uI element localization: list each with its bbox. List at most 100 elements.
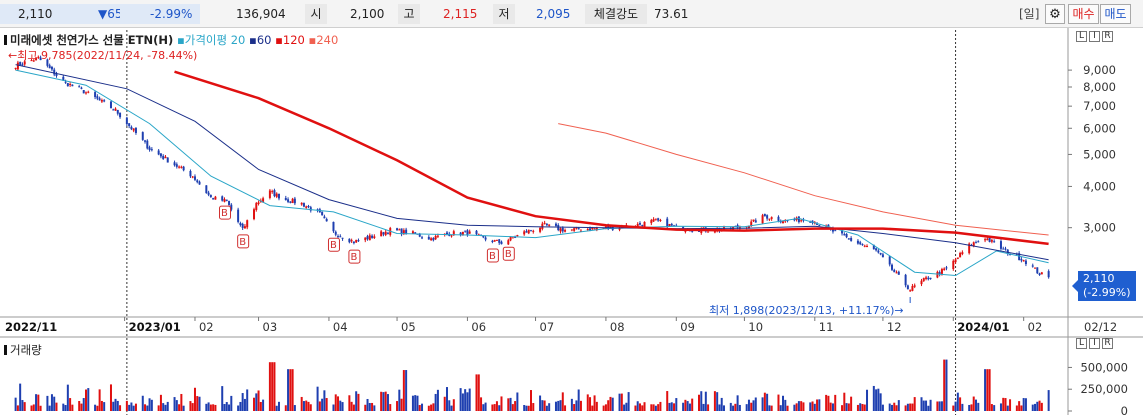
legend-title: 미래에셋 천연가스 선물 ETN(H) — [10, 33, 174, 47]
volume-bar — [768, 405, 771, 411]
volume-bar — [100, 400, 103, 411]
candle — [287, 199, 290, 202]
volume-bar — [859, 403, 862, 411]
legend-ma120: ▪120 — [275, 33, 305, 47]
vol-axis-log-button[interactable]: L — [1076, 338, 1087, 349]
volume-bar — [64, 405, 67, 411]
volume-bar — [607, 400, 610, 411]
volume-bar — [212, 404, 215, 411]
candle — [659, 219, 662, 221]
candle — [291, 198, 294, 203]
vol-axis-right-button[interactable]: R — [1102, 338, 1113, 349]
volume-bar — [920, 397, 923, 411]
candle — [243, 226, 246, 229]
candle — [355, 239, 358, 243]
volume-bar — [32, 404, 35, 411]
candle — [305, 206, 308, 208]
volume-bar — [929, 399, 932, 411]
candle — [577, 228, 580, 230]
volume-bar — [961, 403, 964, 411]
volume-bar — [897, 400, 900, 411]
volume-bar — [116, 400, 119, 411]
volume-bar — [373, 405, 376, 411]
x-tick-label: 06 — [471, 320, 486, 334]
volume-bar — [493, 404, 496, 411]
volume-bar — [287, 369, 290, 411]
candle — [307, 205, 310, 208]
volume-bar — [468, 388, 471, 411]
volume-bar — [237, 405, 240, 411]
volume-bar — [148, 398, 151, 411]
volume-bar — [666, 391, 669, 411]
volume-bar — [364, 404, 367, 411]
candle — [768, 218, 771, 220]
volume-bar — [691, 398, 694, 411]
x-tick-label: 12 — [887, 320, 902, 334]
volume-bar — [416, 395, 419, 411]
candle — [239, 223, 242, 226]
volume-bar — [1006, 405, 1009, 411]
volume-bar — [157, 405, 160, 411]
volume-bar — [809, 402, 812, 411]
volume-bar — [913, 397, 916, 411]
volume-bar — [255, 393, 258, 411]
legend-marker — [4, 35, 7, 45]
candle — [761, 215, 764, 224]
volume-bar — [341, 402, 344, 411]
volume-bar — [684, 399, 687, 411]
volume-bar — [925, 400, 928, 411]
volume-bar — [491, 404, 494, 411]
volume-bar — [1020, 405, 1023, 411]
candle — [373, 236, 376, 239]
volume-bar — [545, 405, 548, 411]
candle — [904, 274, 907, 286]
candle — [956, 257, 959, 259]
volume-bar — [293, 405, 296, 411]
candle — [954, 259, 957, 263]
volume-bar — [1031, 404, 1034, 411]
volume-bar — [543, 400, 546, 411]
volume-bar — [332, 404, 335, 411]
candle — [782, 221, 785, 224]
candle — [66, 83, 69, 87]
candle — [21, 64, 24, 66]
volume-bar — [636, 401, 639, 411]
high-annotation: ←최고 9,785(2022/11/24, -78.44%) — [8, 49, 198, 62]
candle — [257, 202, 260, 205]
candle — [818, 225, 821, 227]
volume-bar — [818, 399, 821, 411]
axis-log-button[interactable]: L — [1076, 31, 1087, 42]
volume-bar — [225, 402, 228, 411]
volume-bar — [1002, 397, 1005, 411]
candle — [175, 164, 178, 167]
candle — [300, 202, 303, 205]
buy-signal-label: B — [239, 237, 246, 248]
x-tick-label: 10 — [748, 320, 763, 334]
volume-bar — [554, 401, 557, 411]
candle — [103, 100, 106, 102]
volume-bar — [498, 405, 501, 411]
volume-bar — [736, 395, 739, 411]
volume-bar — [16, 405, 19, 411]
candle — [380, 231, 383, 237]
volume-bar — [71, 404, 74, 411]
candle — [890, 264, 893, 270]
volume-bar — [321, 398, 324, 411]
vol-axis-inverse-button[interactable]: I — [1089, 338, 1100, 349]
axis-inverse-button[interactable]: I — [1089, 31, 1100, 42]
volume-bar — [761, 397, 764, 411]
axis-right-button[interactable]: R — [1102, 31, 1113, 42]
volume-bar — [734, 403, 737, 411]
volume-bar — [682, 402, 685, 411]
candle — [228, 201, 231, 205]
volume-bar — [164, 404, 167, 411]
candle — [990, 240, 993, 242]
volume-bar — [477, 374, 480, 411]
candle — [493, 240, 496, 242]
candle — [64, 81, 67, 83]
volume-bar — [23, 402, 26, 411]
candle — [1040, 272, 1043, 275]
candle — [87, 91, 90, 93]
volume-bar — [654, 405, 657, 411]
x-tick-label: 2023/01 — [129, 320, 181, 334]
